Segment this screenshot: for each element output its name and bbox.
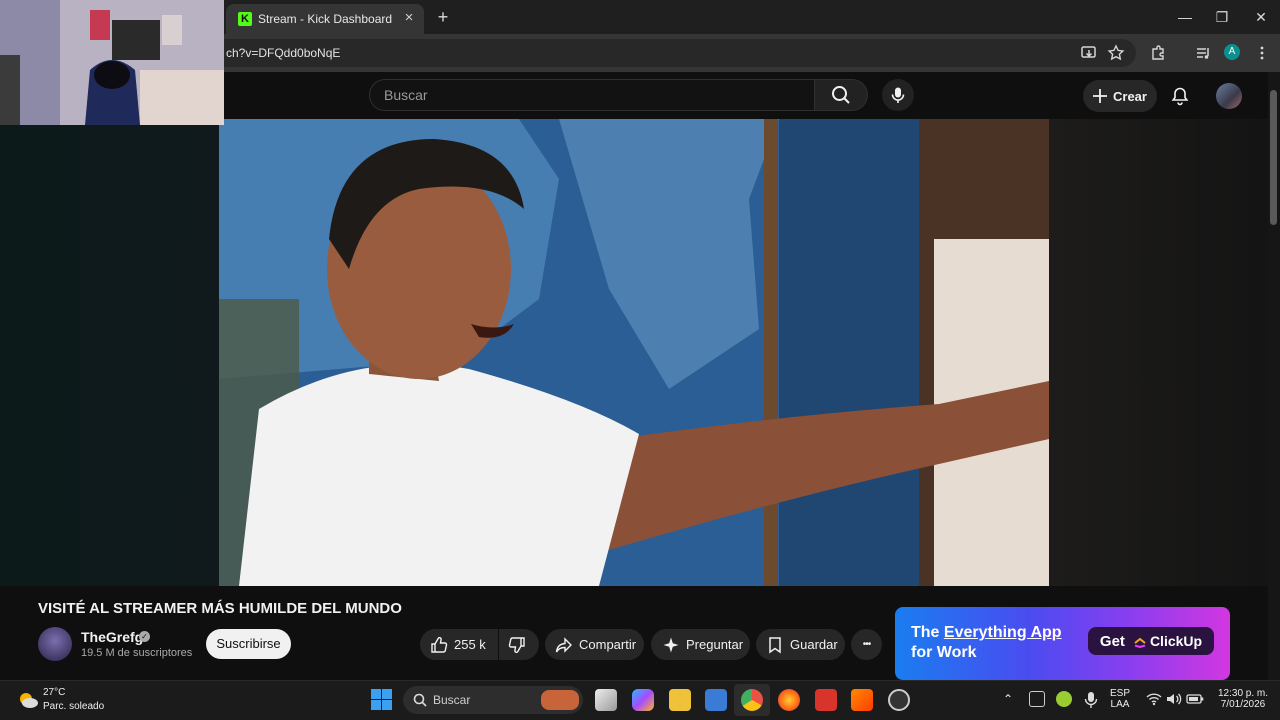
clickup-logo-icon: [1134, 637, 1146, 648]
ad-cta-get: Get: [1099, 632, 1125, 650]
ask-button[interactable]: Preguntar: [651, 629, 750, 660]
fl-studio-icon[interactable]: [851, 689, 873, 711]
ad-headline: The Everything App for Work: [911, 623, 1062, 663]
media-control-icon[interactable]: [1194, 44, 1212, 62]
save-bookmark-icon: [769, 636, 781, 653]
subscriber-count: 19.5 M de suscriptores: [81, 647, 193, 659]
plus-icon: [1093, 89, 1107, 103]
language-code: ESP: [1110, 688, 1131, 699]
create-button[interactable]: Crear: [1083, 80, 1157, 112]
wps-office-icon[interactable]: [815, 689, 837, 711]
copilot-icon[interactable]: [632, 689, 654, 711]
channel-name[interactable]: TheGrefg: [81, 629, 143, 645]
ad-line2: for Work: [911, 644, 977, 661]
thumbs-down-icon: [508, 636, 525, 653]
system-clock[interactable]: 12:30 p. m. 7/01/2026: [1215, 688, 1271, 710]
share-icon: [555, 636, 572, 653]
clock-time: 12:30 p. m.: [1217, 688, 1269, 699]
tab-title: Stream - Kick Dashboard: [258, 12, 393, 26]
maximize-button[interactable]: ❐: [1212, 8, 1232, 26]
microphone-icon: [891, 87, 905, 103]
thumbs-up-icon: [431, 636, 448, 653]
search-button[interactable]: [815, 79, 868, 111]
keyboard-language[interactable]: ESP LAA: [1110, 688, 1130, 710]
search-highlight-icon: [541, 690, 579, 710]
ad-cta-button[interactable]: Get ClickUp: [1088, 627, 1214, 655]
chrome-active-highlight: [734, 684, 770, 716]
video-player[interactable]: [219, 119, 1049, 586]
ad-cta-brand: ClickUp: [1149, 633, 1203, 649]
clock-date: 7/01/2026: [1220, 699, 1266, 710]
volume-icon[interactable]: [1166, 692, 1182, 706]
windows-start-icon[interactable]: [371, 689, 392, 710]
task-view-icon[interactable]: [595, 689, 617, 711]
dislike-button[interactable]: [499, 629, 539, 660]
tray-chevron-up-icon[interactable]: ⌃: [1003, 692, 1013, 706]
taskbar-search-icon: [413, 693, 427, 707]
tray-app-icon[interactable]: [1029, 691, 1045, 707]
wifi-icon[interactable]: [1146, 692, 1162, 706]
voice-search-button[interactable]: [882, 79, 914, 111]
webcam-image: [0, 0, 224, 125]
close-window-button[interactable]: ✕: [1251, 8, 1271, 26]
microsoft-store-icon[interactable]: [705, 689, 727, 711]
video-frame-image: [219, 119, 1049, 586]
install-app-icon[interactable]: [1080, 44, 1098, 62]
sparkle-icon: [663, 637, 679, 652]
youtube-avatar[interactable]: [1216, 83, 1242, 109]
video-ambient-right: [1049, 119, 1268, 586]
channel-avatar[interactable]: [38, 627, 72, 661]
address-bar[interactable]: ch?v=DFQdd0boNqE: [210, 39, 1136, 67]
create-label: Crear: [1113, 88, 1147, 104]
video-ambient-left: [0, 119, 219, 586]
tray-microphone-icon[interactable]: [1084, 691, 1098, 709]
file-explorer-icon[interactable]: [669, 689, 691, 711]
battery-icon[interactable]: [1186, 692, 1204, 706]
weather-temperature: 27°C: [43, 687, 66, 698]
discord-alt-icon[interactable]: [888, 689, 910, 711]
search-icon: [832, 86, 850, 104]
url-text: ch?v=DFQdd0boNqE: [226, 46, 341, 60]
notifications-bell-icon[interactable]: [1170, 86, 1190, 106]
save-label: Guardar: [790, 637, 838, 652]
ask-label: Preguntar: [686, 637, 744, 652]
new-tab-button[interactable]: +: [434, 8, 452, 26]
weather-description: Parc. soleado: [43, 701, 105, 712]
chrome-menu-icon[interactable]: [1253, 44, 1271, 62]
weather-sun-cloud-icon[interactable]: [17, 690, 39, 710]
video-title: VISITÉ AL STREAMER MÁS HUMILDE DEL MUNDO: [38, 600, 402, 617]
keyboard-layout: LAA: [1110, 699, 1130, 710]
tab-close-icon[interactable]: ×: [402, 10, 416, 25]
tab-kick-dashboard[interactable]: K Stream - Kick Dashboard ×: [226, 4, 424, 34]
search-input[interactable]: Buscar: [369, 79, 815, 111]
firefox-icon[interactable]: [778, 689, 800, 711]
kick-favicon-icon: K: [238, 12, 252, 26]
like-count: 255 k: [454, 637, 486, 652]
subscribe-button[interactable]: Suscribirse: [206, 629, 291, 659]
like-button[interactable]: 255 k: [420, 629, 498, 660]
minimize-button[interactable]: —: [1175, 8, 1195, 26]
chrome-profile-avatar[interactable]: A: [1224, 44, 1240, 60]
taskbar-search-input[interactable]: Buscar: [403, 686, 583, 714]
bookmark-star-icon[interactable]: [1107, 44, 1125, 62]
page-scrollbar-thumb[interactable]: [1270, 90, 1277, 225]
webcam-overlay: [0, 0, 224, 125]
share-label: Compartir: [579, 637, 637, 652]
verified-badge-icon: ✓: [139, 631, 150, 642]
extensions-icon[interactable]: [1149, 44, 1167, 62]
more-icon: •••: [862, 639, 871, 650]
more-actions-button[interactable]: •••: [851, 629, 882, 660]
ad-line1-prefix: The: [911, 624, 940, 641]
save-button[interactable]: Guardar: [756, 629, 845, 660]
clickup-ad-banner[interactable]: The Everything App for Work Get ClickUp: [895, 607, 1230, 680]
ad-line1-highlight: Everything App: [943, 624, 1062, 641]
tray-nvidia-icon[interactable]: [1056, 691, 1072, 707]
taskbar-search-label: Buscar: [433, 693, 471, 707]
share-button[interactable]: Compartir: [545, 629, 644, 660]
